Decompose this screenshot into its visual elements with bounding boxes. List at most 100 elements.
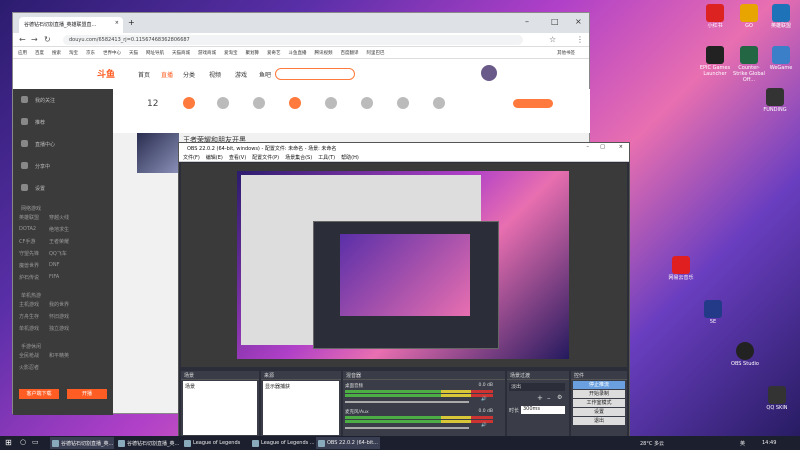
- sidebar-link[interactable]: DOTA2: [19, 226, 49, 238]
- desktop-icon[interactable]: EPIC Games Launcher: [698, 46, 732, 77]
- bookmark[interactable]: 淘宝: [69, 51, 78, 56]
- task-view-icon[interactable]: ▭: [32, 438, 39, 446]
- desktop-icon[interactable]: GO: [732, 4, 766, 34]
- duration-input[interactable]: 300ms: [521, 406, 565, 414]
- bookmark[interactable]: 腾讯视频: [315, 51, 333, 56]
- bookmark[interactable]: 聚划算: [246, 51, 260, 56]
- star-icon[interactable]: ☆: [549, 35, 556, 44]
- sidebar-link[interactable]: 火影忍者: [19, 364, 49, 376]
- close-icon[interactable]: ×: [575, 17, 582, 26]
- category-icon[interactable]: [397, 97, 409, 109]
- desktop-icon[interactable]: 小红书: [698, 4, 732, 34]
- banner-button[interactable]: [513, 99, 553, 108]
- bookmark[interactable]: 百度: [35, 51, 44, 56]
- category-icon[interactable]: [253, 97, 265, 109]
- bookmark[interactable]: 百度翻译: [341, 51, 359, 56]
- menu-file[interactable]: 文件(F): [183, 155, 200, 161]
- sidebar-link[interactable]: 怀旧游戏: [49, 313, 79, 325]
- transition-select[interactable]: 淡出: [509, 383, 565, 391]
- sidebar-link[interactable]: 和平精英: [49, 352, 79, 364]
- sidebar-link[interactable]: 守望先锋: [19, 250, 49, 262]
- taskbar-item[interactable]: League of Legends ...: [250, 437, 314, 449]
- nav-game[interactable]: 游戏: [235, 70, 247, 79]
- category-icon[interactable]: [217, 97, 229, 109]
- desktop-icon[interactable]: Counter-Strike Global Off...: [732, 46, 766, 83]
- stop-streaming-button[interactable]: 停止推流: [573, 381, 625, 389]
- exit-button[interactable]: 退出: [573, 417, 625, 425]
- gear-icon[interactable]: ⚙: [557, 394, 562, 401]
- nav-home[interactable]: 首页: [138, 70, 150, 79]
- category-icon[interactable]: [361, 97, 373, 109]
- sidebar-link[interactable]: 主机游戏: [19, 301, 49, 313]
- settings-button[interactable]: 设置: [573, 408, 625, 416]
- bookmark[interactable]: 其他书签: [557, 50, 575, 56]
- reload-icon[interactable]: ↻: [44, 35, 51, 44]
- bookmark[interactable]: 爱淘宝: [224, 51, 238, 56]
- site-logo[interactable]: 斗鱼: [97, 67, 115, 80]
- nav-fishbar[interactable]: 鱼吧: [259, 70, 271, 79]
- speaker-icon[interactable]: 🔊: [481, 423, 487, 428]
- sidebar-link[interactable]: DNF: [49, 262, 79, 274]
- desktop-icon[interactable]: 5E: [696, 300, 730, 330]
- forward-icon[interactable]: →: [31, 35, 38, 44]
- windows-start-icon[interactable]: ⊞: [5, 438, 12, 447]
- source-item[interactable]: 显示器捕获: [265, 383, 337, 390]
- sidebar-link[interactable]: 绝地求生: [49, 226, 79, 238]
- sidebar-link[interactable]: 穿越火线: [49, 214, 79, 226]
- speaker-icon[interactable]: 🔊: [481, 397, 487, 402]
- desktop-icon[interactable]: QQ SKIN: [760, 386, 794, 416]
- sidebar-link[interactable]: 全民枪战: [19, 352, 49, 364]
- menu-tools[interactable]: 工具(T): [318, 155, 335, 161]
- bookmark[interactable]: 天猫商城: [172, 51, 190, 56]
- url-input[interactable]: douyu.com/6582413_rj=0.11567468362806687: [63, 35, 523, 45]
- sidebar-link[interactable]: CF手游: [19, 238, 49, 250]
- studio-mode-button[interactable]: 工作室模式: [573, 399, 625, 407]
- desktop-icon[interactable]: WeGame: [764, 46, 798, 76]
- maximize-icon[interactable]: □: [600, 144, 605, 150]
- sidebar-item-follow[interactable]: 我的关注: [13, 89, 113, 111]
- bookmark[interactable]: 游戏商城: [198, 51, 216, 56]
- download-client-button[interactable]: 客户端下载: [19, 389, 59, 399]
- remove-icon[interactable]: –: [547, 394, 551, 402]
- close-icon[interactable]: ×: [115, 20, 119, 26]
- nav-live[interactable]: 直播: [161, 70, 173, 79]
- sidebar-item-share[interactable]: 分享中: [13, 155, 113, 177]
- volume-slider[interactable]: [345, 401, 469, 403]
- nav-category[interactable]: 分类: [183, 70, 195, 79]
- desktop-icon[interactable]: OBS Studio: [728, 342, 762, 372]
- bookmark[interactable]: 世界中心: [103, 51, 121, 56]
- search-input[interactable]: [275, 68, 355, 80]
- bookmark[interactable]: 阿里巴巴: [367, 51, 385, 56]
- avatar[interactable]: [481, 65, 497, 81]
- add-icon[interactable]: +: [537, 394, 543, 402]
- menu-edit[interactable]: 编辑(E): [206, 155, 223, 161]
- sidebar-link[interactable]: QQ飞车: [49, 250, 79, 262]
- nav-video[interactable]: 视频: [209, 70, 221, 79]
- scene-item[interactable]: 场景: [185, 383, 255, 390]
- menu-scene-collection[interactable]: 场景集合(S): [285, 155, 312, 161]
- browser-tab[interactable]: 谷德钻石切割直播_英雄联盟直... ×: [19, 17, 123, 33]
- desktop-icon[interactable]: FUNDING: [758, 88, 792, 118]
- maximize-icon[interactable]: □: [551, 17, 559, 26]
- menu-icon[interactable]: ⋮: [576, 35, 584, 44]
- desktop-icon[interactable]: 网易云音乐: [664, 256, 698, 286]
- volume-slider[interactable]: [345, 427, 469, 429]
- start-recording-button[interactable]: 开始录制: [573, 390, 625, 398]
- bookmark[interactable]: 斗鱼直播: [289, 51, 307, 56]
- video-thumbnail[interactable]: [137, 133, 179, 173]
- bookmark[interactable]: 应用: [18, 51, 27, 56]
- category-icon[interactable]: [433, 97, 445, 109]
- sidebar-link[interactable]: 独立游戏: [49, 325, 79, 337]
- menu-profile[interactable]: 配置文件(P): [252, 155, 279, 161]
- sidebar-link[interactable]: 英雄联盟: [19, 214, 49, 226]
- bookmark[interactable]: 网址导航: [146, 51, 164, 56]
- taskbar-item[interactable]: League of Legends: [182, 437, 248, 449]
- weather-text[interactable]: 28°C 多云: [640, 440, 664, 447]
- bookmark[interactable]: 搜索: [52, 51, 61, 56]
- language-indicator[interactable]: 英: [740, 440, 745, 447]
- taskbar-item[interactable]: 谷德钻石切割直播_英...: [50, 437, 114, 449]
- minimize-icon[interactable]: –: [525, 17, 529, 26]
- start-stream-button[interactable]: 开播: [67, 389, 107, 399]
- category-icon[interactable]: [183, 97, 195, 109]
- sidebar-item-recommend[interactable]: 推荐: [13, 111, 113, 133]
